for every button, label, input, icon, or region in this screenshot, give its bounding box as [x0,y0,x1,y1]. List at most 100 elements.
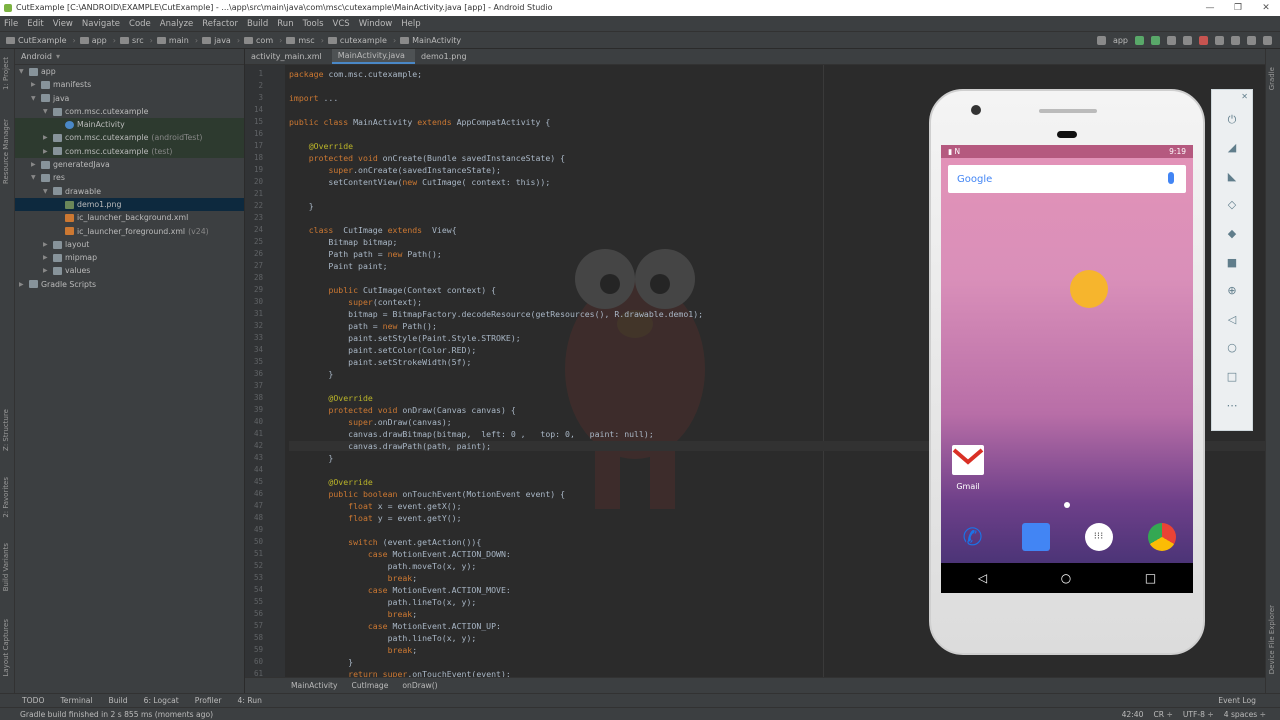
tree-item[interactable]: ▶ manifests [15,78,244,91]
menu-analyze[interactable]: Analyze [160,19,194,29]
code-line[interactable]: path = new Path(); [289,321,437,331]
code-line[interactable]: @Override [289,393,372,403]
code-line[interactable]: setContentView(new CutImage( context: th… [289,177,550,187]
tab-project[interactable]: 1: Project [2,57,10,90]
tree-item[interactable]: ▶ values [15,264,244,277]
code-line[interactable]: } [289,369,333,379]
menu-edit[interactable]: Edit [27,19,43,29]
rotate-right-icon[interactable]: ◆ [1225,227,1239,241]
expand-arrow-icon[interactable]: ▶ [43,264,53,277]
code-line[interactable]: path.lineTo(x, y); [289,597,477,607]
back-icon[interactable]: ◁ [978,571,987,585]
editor-tab[interactable]: demo1.png [415,49,477,64]
indent-setting[interactable]: 4 spaces ÷ [1224,710,1266,719]
tab-build-variants[interactable]: Build Variants [2,543,10,591]
code-line[interactable]: switch (event.getAction()){ [289,537,481,547]
menu-build[interactable]: Build [247,19,268,29]
tab-structure[interactable]: Z: Structure [2,409,10,451]
editor-tab[interactable]: MainActivity.java [331,49,415,64]
breadcrumb-item[interactable]: java [202,36,231,45]
stop-icon[interactable] [1199,35,1208,45]
code-line[interactable]: path.moveTo(x, y); [289,561,477,571]
expand-arrow-icon[interactable]: ▶ [43,145,53,158]
tree-item[interactable]: ▶ Gradle Scripts [15,278,244,291]
tool-window-build[interactable]: Build [109,696,128,705]
rotate-left-icon[interactable]: ◇ [1225,198,1239,212]
profile-icon[interactable] [1167,35,1176,45]
volume-down-icon[interactable]: ◣ [1225,170,1239,184]
editor-breadcrumb-item[interactable]: MainActivity [291,681,338,690]
code-line[interactable]: } [289,201,314,211]
expand-arrow-icon[interactable]: ▼ [31,171,41,184]
tab-favorites[interactable]: 2: Favorites [2,477,10,518]
app-drawer-icon[interactable]: ⁝⁝⁝ [1084,523,1113,551]
code-line[interactable]: paint.setColor(Color.RED); [289,345,476,355]
code-line[interactable]: float x = event.getX(); [289,501,461,511]
project-view-selector[interactable]: Android ▾ [15,49,244,65]
expand-arrow-icon[interactable]: ▶ [43,131,53,144]
gmail-app-icon[interactable] [952,445,984,475]
code-line[interactable]: public boolean onTouchEvent(MotionEvent … [289,489,565,499]
code-line[interactable]: float y = event.getY(); [289,513,461,523]
code-line[interactable]: import ... [289,93,338,103]
tool-window-run[interactable]: 4: Run [238,696,262,705]
tree-item[interactable]: ▼ java [15,92,244,105]
menu-help[interactable]: Help [401,19,420,29]
expand-arrow-icon[interactable]: ▼ [43,185,53,198]
code-line[interactable]: class CutImage extends View{ [289,225,457,235]
editor-breadcrumb-item[interactable]: onDraw() [402,681,437,690]
code-line[interactable]: public CutImage(Context context) { [289,285,496,295]
tree-item[interactable]: ▶ com.msc.cutexample (androidTest) [15,131,244,145]
tool-window-todo[interactable]: TODO [22,696,44,705]
line-separator[interactable]: CR ÷ [1153,710,1172,719]
caret-position[interactable]: 42:40 [1122,710,1144,719]
emulator-screen[interactable]: ▮ N 9:19 Google Gmail ✆ ⁝⁝⁝ ◁ ○ □ [941,145,1193,593]
code-line[interactable]: canvas.drawBitmap(bitmap, left: 0 , top:… [289,429,654,439]
avd-manager-icon[interactable] [1231,35,1240,45]
menu-window[interactable]: Window [359,19,393,29]
search-icon[interactable] [1263,35,1272,45]
attach-icon[interactable] [1183,35,1192,45]
more-icon[interactable]: ⋯ [1225,399,1239,413]
breadcrumb-item[interactable]: msc [286,36,315,45]
run-icon[interactable] [1135,35,1144,45]
editor-breadcrumb-item[interactable]: CutImage [352,681,389,690]
code-line[interactable]: @Override [289,477,372,487]
event-log-button[interactable]: Event Log [1218,696,1256,705]
mic-icon[interactable] [1168,172,1174,184]
volume-up-icon[interactable]: ◢ [1225,141,1239,155]
tree-item[interactable]: ▶ generatedJava [15,158,244,171]
tree-item[interactable]: ▼ com.msc.cutexample [15,105,244,118]
phone-app-icon[interactable]: ✆ [959,523,987,551]
breadcrumb-item[interactable]: MainActivity [400,36,461,45]
code-line[interactable]: protected void onDraw(Canvas canvas) { [289,405,515,415]
code-line[interactable]: case MotionEvent.ACTION_MOVE: [289,585,511,595]
emulator-close-icon[interactable]: ✕ [1241,92,1248,101]
code-line[interactable]: return super.onTouchEvent(event); [289,669,511,677]
maximize-button[interactable]: ❐ [1224,0,1252,16]
expand-arrow-icon[interactable]: ▼ [19,65,29,78]
code-line[interactable]: case MotionEvent.ACTION_DOWN: [289,549,511,559]
camera-icon[interactable]: ■ [1225,256,1239,270]
expand-arrow-icon[interactable]: ▼ [43,105,53,118]
breadcrumb-item[interactable]: main [156,36,189,45]
google-search-bar[interactable]: Google [948,165,1186,193]
tree-item[interactable]: ▼ drawable [15,185,244,198]
code-line[interactable]: } [289,453,333,463]
menu-code[interactable]: Code [129,19,151,29]
file-encoding[interactable]: UTF-8 ÷ [1183,710,1214,719]
expand-arrow-icon[interactable]: ▶ [43,238,53,251]
code-line[interactable]: Paint paint; [289,261,387,271]
menu-view[interactable]: View [53,19,73,29]
breadcrumb-item[interactable]: com [244,36,273,45]
tab-gradle[interactable]: Gradle [1268,67,1276,90]
tab-device-file-explorer[interactable]: Device File Explorer [1268,605,1276,674]
zoom-icon[interactable]: ⊕ [1225,284,1239,298]
editor-tab[interactable]: activity_main.xml [245,49,332,64]
menu-navigate[interactable]: Navigate [82,19,120,29]
tool-window-terminal[interactable]: Terminal [60,696,92,705]
minimize-button[interactable]: — [1196,0,1224,16]
sync-icon[interactable] [1215,35,1224,45]
sdk-manager-icon[interactable] [1247,35,1256,45]
tree-item[interactable]: ic_launcher_foreground.xml (v24) [15,225,244,238]
